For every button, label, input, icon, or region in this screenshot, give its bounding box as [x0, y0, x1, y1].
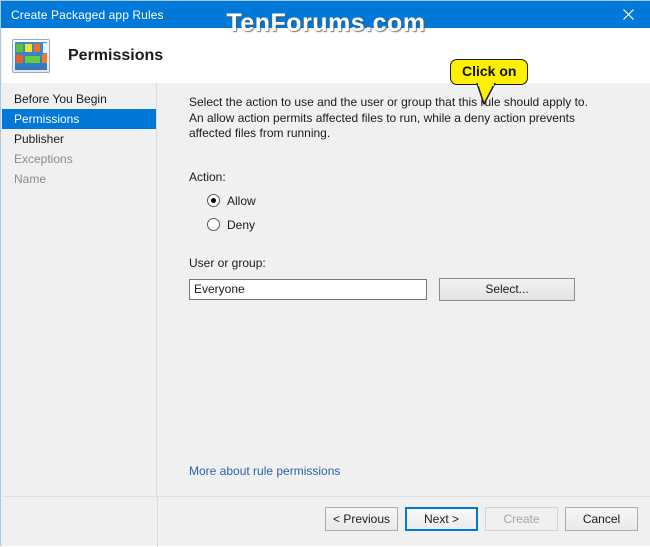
sidebar-item-before-you-begin[interactable]: Before You Begin — [2, 89, 156, 109]
dialog-body: Before You Begin Permissions Publisher E… — [2, 59, 650, 496]
title-bar: Create Packaged app Rules — [1, 1, 650, 28]
radio-deny-label: Deny — [227, 217, 256, 232]
previous-button[interactable]: < Previous — [325, 507, 398, 531]
radio-deny-indicator[interactable] — [207, 218, 220, 231]
user-or-group-label: User or group: — [189, 255, 266, 270]
radio-allow-label: Allow — [227, 193, 256, 208]
create-packaged-app-rules-dialog: Create Packaged app Rules TenForums.com … — [0, 0, 650, 547]
select-button[interactable]: Select... — [439, 277, 575, 301]
instruction-text: Select the action to use and the user or… — [189, 95, 588, 140]
sidebar-item-label: Before You Begin — [14, 92, 107, 106]
more-about-rule-permissions-link[interactable]: More about rule permissions — [189, 464, 340, 478]
sidebar-item-name: Name — [2, 169, 156, 189]
page-title: Permissions — [68, 46, 164, 64]
sidebar-item-exceptions: Exceptions — [2, 149, 156, 169]
next-button[interactable]: Next > — [405, 507, 478, 531]
callout-bubble-label: Click on — [450, 59, 529, 85]
close-icon[interactable] — [605, 1, 650, 28]
click-on-callout: Click on — [450, 59, 529, 105]
page-header: Permissions — [2, 28, 650, 83]
sidebar-item-permissions[interactable]: Permissions — [2, 109, 156, 129]
user-or-group-row: Select... Click on — [189, 59, 632, 301]
dialog-footer: < Previous Next > Create Cancel — [2, 496, 650, 547]
radio-deny[interactable]: Deny — [207, 218, 632, 232]
cancel-button[interactable]: Cancel — [565, 507, 638, 531]
radio-allow[interactable]: Allow — [207, 194, 632, 208]
footer-button-group: < Previous Next > Create Cancel — [325, 507, 638, 531]
wizard-steps-sidebar: Before You Begin Permissions Publisher E… — [2, 83, 157, 496]
sidebar-item-label: Permissions — [14, 112, 80, 126]
sidebar-item-label: Publisher — [14, 132, 65, 146]
create-button: Create — [485, 507, 558, 531]
sidebar-item-label: Name — [14, 172, 47, 186]
content-pane: Select the action to use and the user or… — [157, 59, 650, 496]
user-or-group-input[interactable] — [189, 278, 427, 300]
radio-allow-indicator[interactable] — [207, 194, 220, 207]
packaged-app-icon — [12, 38, 50, 73]
action-label: Action: — [189, 169, 226, 184]
sidebar-item-label: Exceptions — [14, 152, 73, 166]
footer-divider — [157, 497, 158, 547]
window-title: Create Packaged app Rules — [11, 7, 164, 22]
sidebar-item-publisher[interactable]: Publisher — [2, 129, 156, 149]
